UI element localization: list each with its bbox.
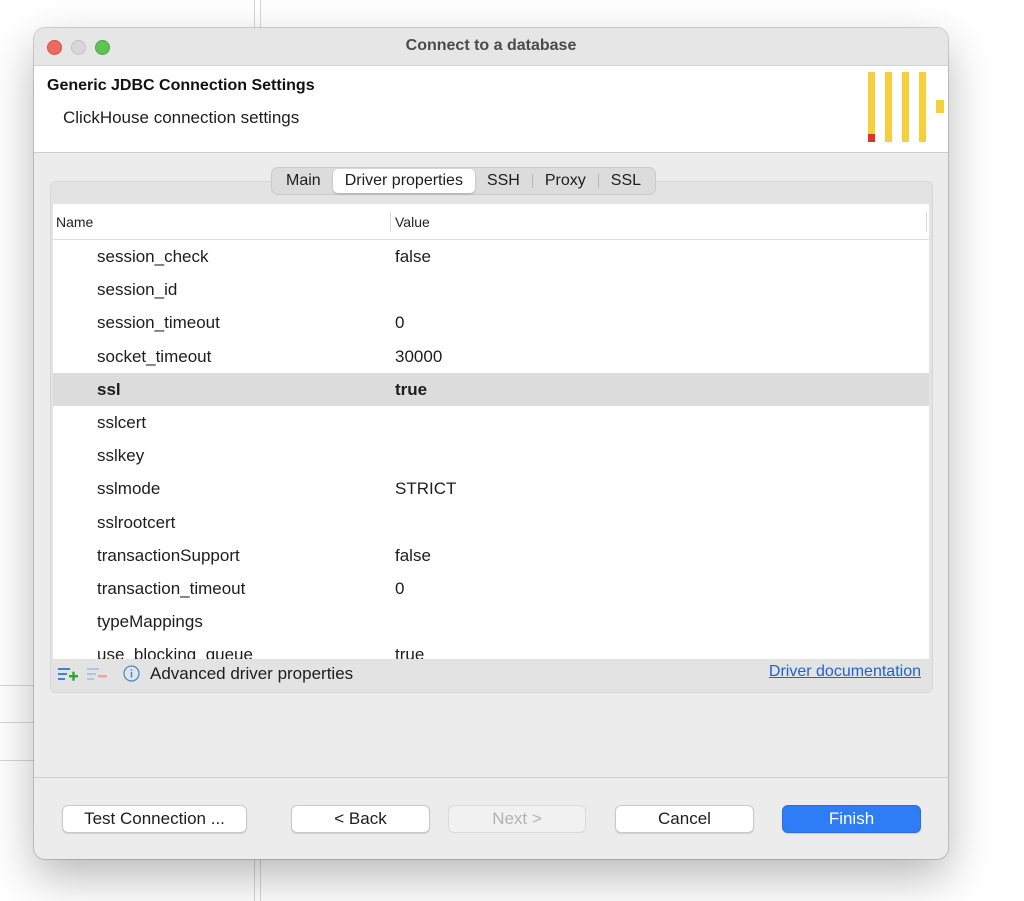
table-row[interactable]: session_check false: [53, 240, 929, 273]
column-divider[interactable]: [390, 212, 391, 232]
property-name: sslcert: [97, 412, 147, 432]
table-row[interactable]: sslmode STRICT: [53, 472, 929, 505]
wizard-header: Generic JDBC Connection Settings ClickHo…: [34, 66, 948, 153]
driver-documentation-link[interactable]: Driver documentation: [769, 663, 921, 681]
table-row-selected[interactable]: ssl true: [53, 372, 929, 406]
table-row[interactable]: socket_timeout 30000: [53, 340, 929, 373]
properties-toolbar: Advanced driver properties Driver docume…: [53, 659, 929, 690]
table-row[interactable]: sslrootcert: [53, 506, 929, 539]
test-connection-button[interactable]: Test Connection ...: [62, 805, 247, 833]
window-title: Connect to a database: [405, 37, 577, 54]
property-name: transactionSupport: [97, 545, 240, 565]
property-value[interactable]: 0: [395, 313, 404, 333]
advanced-properties-label: Advanced driver properties: [150, 664, 354, 683]
tab-ssh[interactable]: SSH: [475, 169, 532, 193]
property-value[interactable]: false: [395, 546, 431, 566]
property-value[interactable]: STRICT: [395, 479, 456, 499]
property-name: session_timeout: [97, 313, 220, 333]
table-row[interactable]: typeMappings: [53, 605, 929, 638]
add-property-icon[interactable]: [57, 664, 79, 684]
title-bar[interactable]: Connect to a database: [34, 28, 948, 66]
column-header-name[interactable]: Name: [56, 214, 93, 230]
settings-tabs: Main Driver properties SSH Proxy SSL: [271, 167, 657, 195]
properties-table: Name Value session_check false session_i…: [53, 204, 929, 660]
column-divider[interactable]: [926, 212, 927, 232]
tab-main[interactable]: Main: [274, 169, 333, 193]
property-name: transaction_timeout: [97, 578, 246, 598]
table-row[interactable]: use_blocking_queue true: [53, 638, 929, 660]
column-header-value[interactable]: Value: [395, 214, 430, 230]
property-name: typeMappings: [97, 612, 203, 632]
button-bar-divider: [34, 777, 948, 778]
table-row[interactable]: session_id: [53, 273, 929, 306]
property-name: use_blocking_queue: [97, 645, 253, 660]
property-name: sslrootcert: [97, 512, 176, 532]
property-name: socket_timeout: [97, 346, 212, 366]
property-name: ssl: [97, 379, 121, 399]
back-button[interactable]: < Back: [291, 805, 430, 833]
page-title: Generic JDBC Connection Settings: [47, 77, 315, 94]
property-name: sslkey: [97, 446, 145, 466]
table-row[interactable]: sslkey: [53, 439, 929, 472]
property-value[interactable]: false: [395, 247, 431, 267]
property-value[interactable]: 0: [395, 579, 404, 599]
table-row[interactable]: transactionSupport false: [53, 539, 929, 572]
property-value[interactable]: 30000: [395, 347, 442, 367]
tab-ssl[interactable]: SSL: [599, 169, 653, 193]
clickhouse-logo-icon: [868, 72, 948, 144]
table-header: Name Value: [53, 204, 929, 240]
finish-button[interactable]: Finish: [782, 805, 921, 833]
property-value[interactable]: true: [395, 645, 424, 660]
property-name: sslmode: [97, 479, 161, 499]
tab-driver-properties[interactable]: Driver properties: [332, 169, 475, 193]
connect-dialog: Connect to a database Generic JDBC Conne…: [34, 28, 948, 859]
table-row[interactable]: transaction_timeout 0: [53, 572, 929, 605]
page-subtitle: ClickHouse connection settings: [63, 108, 300, 127]
tab-proxy[interactable]: Proxy: [533, 169, 598, 193]
property-name: session_check: [97, 247, 209, 266]
next-button[interactable]: Next >: [448, 805, 586, 833]
cancel-button[interactable]: Cancel: [615, 805, 754, 833]
remove-property-icon[interactable]: [86, 664, 108, 684]
table-row[interactable]: session_timeout 0: [53, 306, 929, 339]
property-name: session_id: [97, 280, 178, 300]
table-row[interactable]: sslcert: [53, 406, 929, 439]
info-icon: [123, 665, 140, 682]
property-value[interactable]: true: [395, 380, 427, 400]
